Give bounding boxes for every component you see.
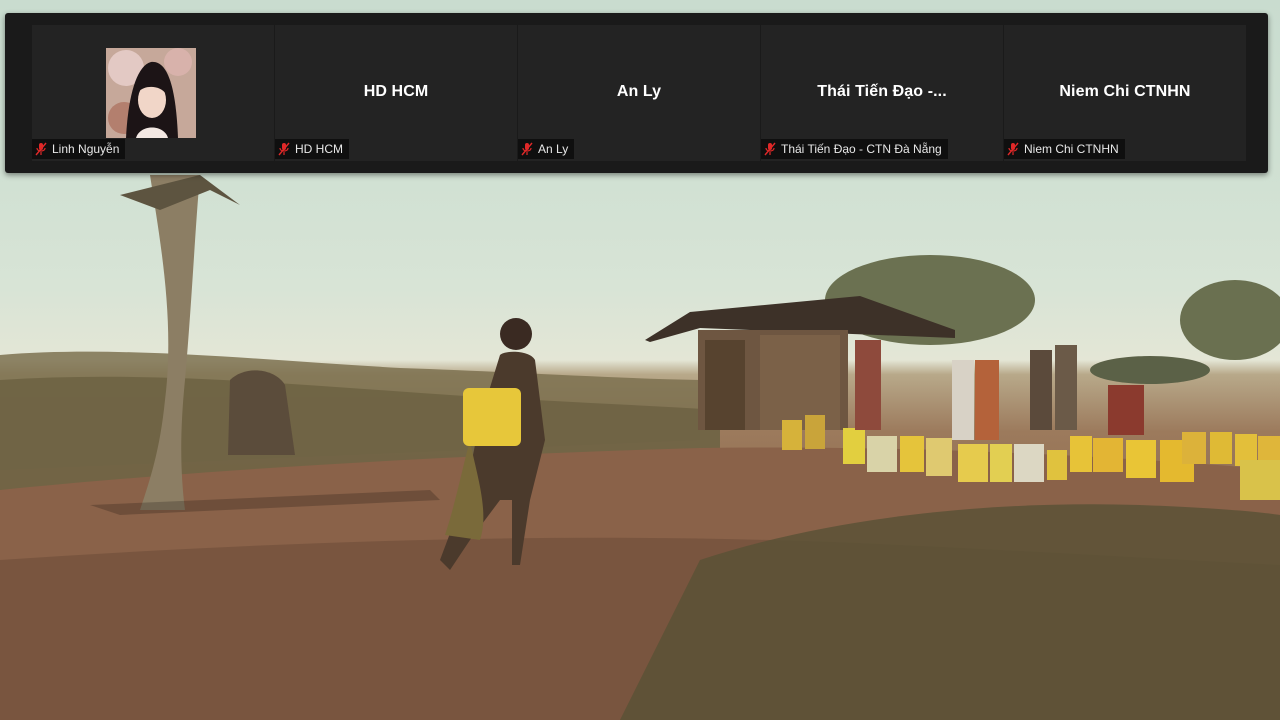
mic-off-icon [35,142,47,156]
participant-tile[interactable]: Linh Nguyễn [32,25,274,161]
mic-off-icon [521,142,533,156]
participant-name-label: Niem Chi CTNHN [1004,139,1125,159]
participant-name-label: Thái Tiến Đạo - CTN Đà Nẵng [761,139,948,159]
participant-strip: Linh Nguyễn HD HCM HD HCM An Ly An Ly Th… [5,13,1268,173]
mic-off-icon [1007,142,1019,156]
participant-tile[interactable]: Niem Chi CTNHN Niem Chi CTNHN [1004,25,1246,161]
participant-display-name: Niem Chi CTNHN [1059,83,1191,100]
participant-name: HD HCM [295,142,343,156]
participant-tile[interactable]: HD HCM HD HCM [275,25,517,161]
participant-tile[interactable]: An Ly An Ly [518,25,760,161]
participant-display-name: HD HCM [363,83,429,100]
mic-off-icon [764,142,776,156]
participant-name: Thái Tiến Đạo - CTN Đà Nẵng [781,142,942,156]
participant-name: Niem Chi CTNHN [1024,142,1119,156]
meeting-window: Linh Nguyễn HD HCM HD HCM An Ly An Ly Th… [0,0,1280,720]
avatar-photo [106,48,196,138]
participant-avatar [106,48,196,138]
participant-display-name: An Ly [616,83,662,100]
mic-off-icon [278,142,290,156]
participant-display-name: Thái Tiến Đạo -... [817,83,947,100]
participant-tile[interactable]: Thái Tiến Đạo -... Thái Tiến Đạo - CTN Đ… [761,25,1003,161]
participant-name-label: An Ly [518,139,575,159]
participant-name: Linh Nguyễn [52,142,120,156]
participant-name-label: HD HCM [275,139,349,159]
participant-name: An Ly [538,142,569,156]
participant-name-label: Linh Nguyễn [32,139,126,159]
participant-tiles: Linh Nguyễn HD HCM HD HCM An Ly An Ly Th… [32,25,1268,161]
